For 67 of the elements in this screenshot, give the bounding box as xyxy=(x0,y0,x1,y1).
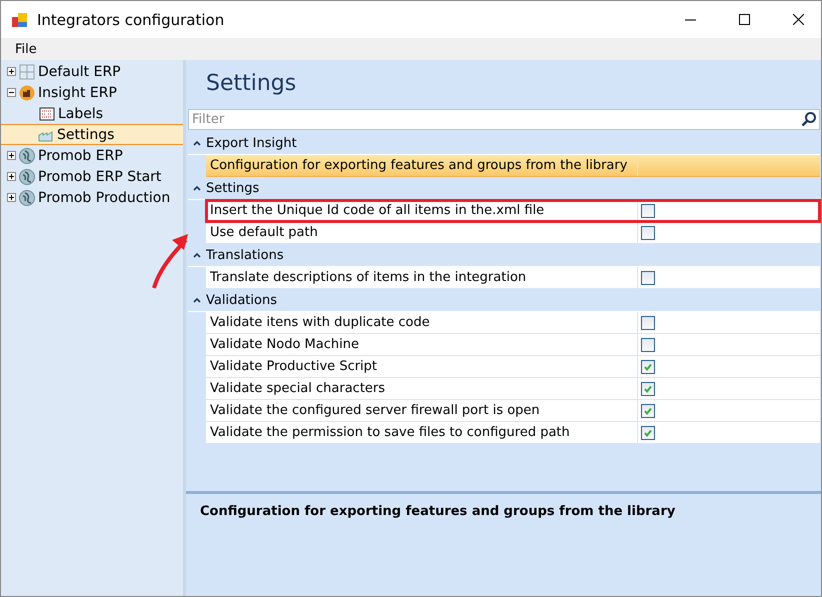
property-row[interactable]: Validate the permission to save files to configured path xyxy=(206,422,820,444)
app-icon xyxy=(11,10,29,28)
property-row[interactable]: Validate itens with duplicate code xyxy=(206,312,820,334)
tree-item[interactable]: Default ERP xyxy=(38,64,121,80)
tree-item[interactable]: Promob ERP xyxy=(38,148,123,164)
category-header[interactable]: Export Insight xyxy=(206,136,297,150)
menu-item[interactable]: File xyxy=(13,42,39,56)
property-row[interactable]: Validate Productive Script xyxy=(206,356,820,378)
property-label: Use default path xyxy=(210,225,318,240)
property-row[interactable]: Translate descriptions of items in the integration xyxy=(206,267,820,289)
category-header[interactable]: Validations xyxy=(206,292,277,308)
collapse-icon[interactable] xyxy=(7,88,16,97)
property-label: Translate descriptions of items in the integration xyxy=(210,270,526,285)
highlighted-property-row[interactable]: Insert the Unique Id code of all items in the.xml file xyxy=(206,200,820,222)
description-text: Configuration for exporting features and groups from the library xyxy=(199,503,676,521)
close-icon[interactable] xyxy=(792,14,804,25)
expand-icon[interactable] xyxy=(7,193,16,202)
property-row[interactable]: Configuration for exporting features and groups from the library xyxy=(206,155,820,177)
property-label: Validate itens with duplicate code xyxy=(210,315,430,330)
collapse-chevron-icon[interactable] xyxy=(193,185,201,191)
checkbox[interactable] xyxy=(641,204,655,218)
tree-item[interactable]: Labels xyxy=(58,106,104,122)
property-row[interactable]: Use default path xyxy=(206,222,820,244)
property-label: Validate the permission to save files to configured path xyxy=(210,425,570,440)
search-icon[interactable] xyxy=(801,111,817,127)
property-label: Validate Nodo Machine xyxy=(210,337,359,352)
property-label: Configuration for exporting features and groups from the library xyxy=(210,158,628,173)
grid-icon xyxy=(19,64,35,80)
filter-field[interactable]: Filter xyxy=(188,109,820,130)
checkbox[interactable] xyxy=(641,270,655,284)
globe-icon xyxy=(19,190,35,206)
checkbox[interactable] xyxy=(641,338,655,352)
property-label: Validate Productive Script xyxy=(210,359,378,374)
category-header[interactable]: Translations xyxy=(206,248,284,262)
window-title: Integrators configuration xyxy=(37,10,226,28)
property-label: Validate the configured server firewall port is open xyxy=(210,403,540,418)
page-title: Settings xyxy=(205,70,298,98)
tree-item[interactable]: Promob ERP Start xyxy=(38,168,162,184)
checkbox[interactable] xyxy=(641,382,655,396)
tree-item[interactable]: Promob Production xyxy=(38,190,170,206)
checkbox[interactable] xyxy=(641,426,655,440)
globe-icon xyxy=(19,168,35,184)
checkbox[interactable] xyxy=(641,316,655,330)
check-icon xyxy=(644,428,652,436)
expand-icon[interactable] xyxy=(7,172,16,181)
category-header[interactable]: Settings xyxy=(206,180,260,196)
factory-icon xyxy=(19,84,35,100)
checkbox[interactable] xyxy=(641,226,655,240)
collapse-chevron-icon[interactable] xyxy=(193,252,201,258)
check-icon xyxy=(644,406,652,414)
globe-icon xyxy=(19,148,35,164)
checkbox[interactable] xyxy=(641,360,655,374)
expand-icon[interactable] xyxy=(7,67,16,76)
check-icon xyxy=(644,362,652,370)
form-icon xyxy=(39,106,55,122)
property-row[interactable]: Validate Nodo Machine xyxy=(206,334,820,356)
property-row[interactable]: Validate the configured server firewall port is open xyxy=(206,400,820,422)
collapse-chevron-icon[interactable] xyxy=(193,140,201,146)
collapse-chevron-icon[interactable] xyxy=(193,297,201,303)
property-label: Insert the Unique Id code of all items in the.xml file xyxy=(210,203,544,218)
maximize-icon[interactable] xyxy=(738,14,750,25)
tree-item[interactable]: Insight ERP xyxy=(38,84,117,100)
checkbox[interactable] xyxy=(641,404,655,418)
property-label: Validate special characters xyxy=(210,381,386,396)
check-icon xyxy=(644,384,652,392)
expand-icon[interactable] xyxy=(7,151,16,160)
property-row[interactable]: Validate special characters xyxy=(206,378,820,400)
